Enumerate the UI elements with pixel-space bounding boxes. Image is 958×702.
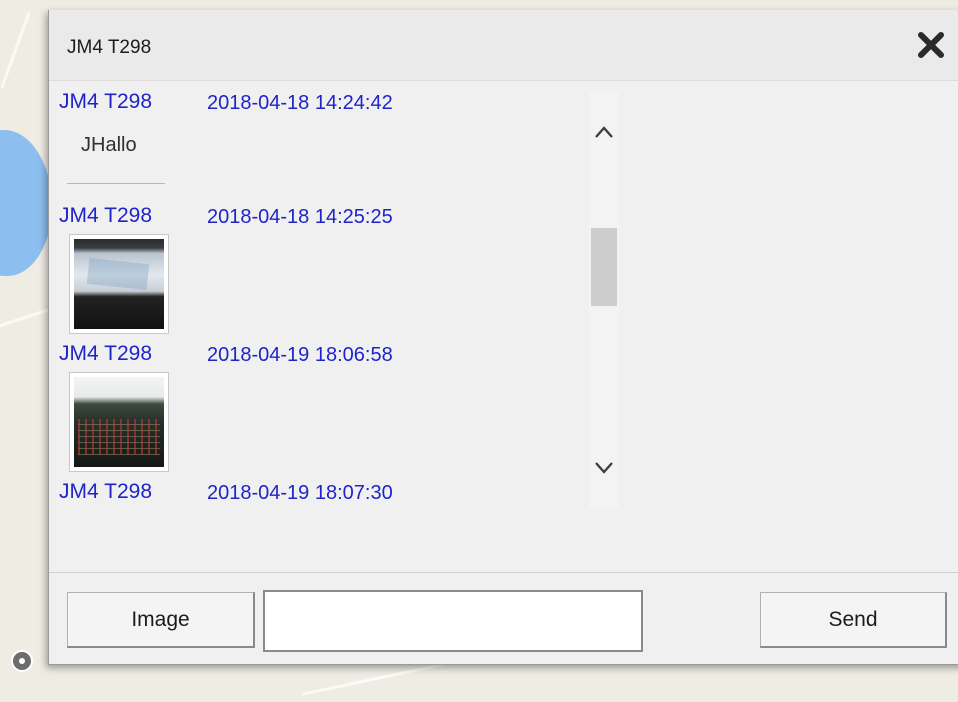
message-sender: JM4 T298 — [59, 480, 152, 503]
chat-message: JM4 T298 2018-04-18 14:24:42 JHallo — [49, 90, 589, 200]
message-sender: JM4 T298 — [59, 342, 152, 365]
message-text: JHallo — [81, 134, 137, 156]
chat-message-list[interactable]: JM4 T298 2018-04-18 14:24:42 JHallo JM4 … — [49, 82, 619, 510]
map-water-area — [0, 130, 52, 276]
message-sender: JM4 T298 — [59, 90, 152, 113]
message-timestamp: 2018-04-19 18:06:58 — [207, 344, 393, 366]
chat-message: JM4 T298 2018-04-19 18:06:58 — [49, 342, 589, 478]
chat-dialog: JM4 T298 JM4 T298 2018-04-18 14:24:42 JH… — [48, 10, 958, 665]
image-button-label: Image — [131, 607, 190, 631]
photo-image — [74, 239, 164, 329]
message-image-thumbnail[interactable] — [69, 372, 169, 472]
scroll-down-button[interactable] — [589, 448, 619, 488]
send-button-label: Send — [828, 607, 878, 631]
close-button[interactable] — [909, 25, 953, 65]
map-road — [0, 11, 31, 89]
dialog-titlebar: JM4 T298 — [49, 10, 958, 81]
image-button[interactable]: Image — [67, 592, 255, 648]
chat-message: JM4 T298 2018-04-18 14:25:25 — [49, 204, 589, 340]
message-timestamp: 2018-04-18 14:24:42 — [207, 92, 393, 114]
send-button[interactable]: Send — [760, 592, 947, 648]
photo-image — [74, 377, 164, 467]
scroll-up-button[interactable] — [589, 112, 619, 152]
map-marker-icon[interactable] — [11, 650, 33, 672]
message-input[interactable] — [263, 590, 643, 652]
message-timestamp: 2018-04-19 18:07:30 — [207, 482, 393, 504]
close-x-icon — [918, 32, 944, 58]
message-separator — [67, 183, 165, 184]
dialog-title: JM4 T298 — [67, 37, 152, 58]
chevron-down-icon — [595, 462, 613, 474]
scroll-thumb[interactable] — [591, 228, 617, 306]
chevron-up-icon — [595, 126, 613, 138]
chat-message: JM4 T298 2018-04-19 18:07:30 — [49, 480, 589, 510]
chat-scrollbar[interactable] — [589, 92, 619, 508]
message-image-thumbnail[interactable] — [69, 234, 169, 334]
footer-divider — [49, 572, 958, 573]
message-timestamp: 2018-04-18 14:25:25 — [207, 206, 393, 228]
message-sender: JM4 T298 — [59, 204, 152, 227]
